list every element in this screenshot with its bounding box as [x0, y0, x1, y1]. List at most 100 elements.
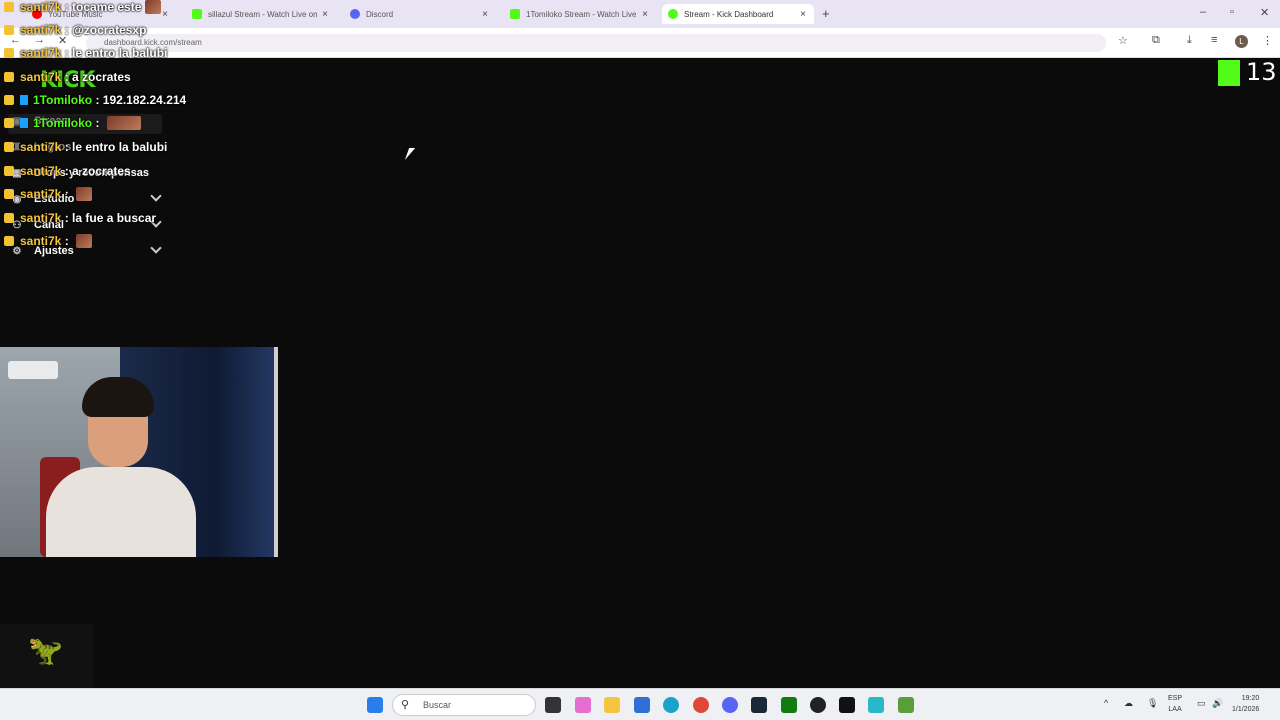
chat-message: santi7k : le entro la balubi	[4, 140, 167, 154]
tab-sillazul[interactable]: sillazul Stream - Watch Live on ×	[186, 4, 336, 24]
chat-text: la fue a buscar	[72, 211, 157, 225]
chat-username[interactable]: santi7k	[20, 70, 61, 84]
chrome-icon[interactable]	[693, 697, 709, 713]
dino-icon: 🦖	[28, 635, 63, 666]
chevron-down-icon	[150, 242, 162, 254]
kick-icon	[510, 9, 520, 19]
copilot-icon[interactable]	[575, 697, 591, 713]
microphone-icon[interactable]: 🎙	[1147, 698, 1158, 709]
task-view-icon[interactable]	[545, 697, 561, 713]
chat-message: santi7k :	[4, 234, 93, 248]
webcam-person-shirt	[46, 467, 196, 557]
store-icon[interactable]	[634, 697, 650, 713]
maximize-icon[interactable]: ▫	[1230, 6, 1234, 18]
chevron-down-icon	[150, 190, 162, 202]
chat-message: santi7k : @zocratesxp	[4, 23, 146, 37]
webcam-air-conditioner	[8, 361, 58, 379]
window-close-icon[interactable]: ✕	[1260, 6, 1269, 19]
close-icon[interactable]: ×	[322, 9, 328, 20]
chat-message: santi7k : a zocrates	[4, 164, 131, 178]
close-icon[interactable]: ×	[482, 9, 488, 20]
extensions-icon[interactable]: ⧉	[1152, 34, 1160, 47]
chevron-up-icon[interactable]: ^	[1104, 698, 1108, 708]
kick-icon	[1218, 60, 1240, 86]
search-icon: ⚲	[401, 699, 410, 711]
chat-username[interactable]: 1Tomiloko	[33, 93, 92, 107]
browser-tabstrip: YouTube Music × sillazul Stream - Watch …	[0, 0, 1280, 28]
chat-username[interactable]: santi7k	[20, 234, 61, 248]
chat-message: santi7k :	[4, 187, 93, 201]
chat-message: 1Tomiloko :	[4, 116, 141, 130]
new-tab-button[interactable]: +	[822, 6, 830, 21]
taskbar-search-input[interactable]: ⚲ Buscar	[392, 694, 536, 716]
channel-brand-logo: 13	[1218, 58, 1277, 88]
clock-date: 1/1/2026	[1232, 706, 1260, 713]
chat-username[interactable]: santi7k	[20, 46, 61, 60]
clock-time: 19:20	[1241, 695, 1260, 702]
minecraft-icon[interactable]	[898, 697, 914, 713]
webcam-person-hair	[82, 377, 154, 417]
moderator-badge-icon	[20, 118, 28, 128]
chat-username[interactable]: santi7k	[20, 187, 61, 201]
subscriber-badge-icon	[4, 236, 14, 246]
tab-kick-dashboard[interactable]: Stream - Kick Dashboard ×	[662, 4, 814, 24]
tab-label: Discord	[366, 9, 394, 19]
close-icon[interactable]: ×	[800, 9, 806, 20]
emote-icon	[76, 234, 93, 248]
menu-icon[interactable]: ⋮	[1262, 34, 1273, 47]
file-explorer-icon[interactable]	[604, 697, 620, 713]
minimize-icon[interactable]: –	[1200, 6, 1206, 18]
chat-username[interactable]: santi7k	[20, 211, 61, 225]
tab-discord[interactable]: Discord ×	[344, 4, 496, 24]
start-icon[interactable]	[367, 697, 383, 713]
cloud-icon[interactable]: ☁	[1124, 698, 1133, 709]
chat-text: @zocratesxp	[72, 23, 147, 37]
taskbar-clock[interactable]: 19:20 1/1/2026	[1232, 693, 1259, 715]
subscriber-badge-icon	[4, 2, 14, 12]
close-icon[interactable]: ×	[162, 9, 168, 20]
discord-icon[interactable]	[722, 697, 738, 713]
capcut-icon[interactable]	[839, 697, 855, 713]
edge-icon[interactable]	[663, 697, 679, 713]
kick-icon	[192, 9, 202, 19]
tab-label: sillazul Stream - Watch Live on	[208, 9, 318, 19]
language-sub: LAA	[1168, 706, 1182, 713]
subscriber-badge-icon	[4, 142, 14, 152]
chat-text: le entro la balubi	[72, 46, 168, 60]
subscriber-badge-icon	[4, 48, 14, 58]
chat-text: tocame este	[72, 0, 142, 14]
webcam-edge	[274, 347, 278, 557]
language-indicator[interactable]: ESP LAA	[1168, 693, 1182, 715]
brand-number: 13	[1246, 58, 1277, 86]
vpn-icon[interactable]	[868, 697, 884, 713]
subscriber-badge-icon	[4, 25, 14, 35]
chat-username[interactable]: santi7k	[20, 23, 61, 37]
subscriber-badge-icon	[4, 166, 14, 176]
chat-username[interactable]: santi7k	[20, 164, 61, 178]
close-icon[interactable]: ×	[642, 9, 648, 20]
dino-widget: 🦖	[0, 624, 94, 688]
language-code: ESP	[1168, 695, 1183, 702]
discord-icon	[350, 9, 360, 19]
emote-icon	[106, 116, 141, 130]
chat-username[interactable]: santi7k	[20, 140, 61, 154]
xbox-icon[interactable]	[781, 697, 797, 713]
chat-text: a zocrates	[72, 164, 131, 178]
avatar[interactable]: L	[1235, 35, 1248, 48]
volume-icon[interactable]: 🔊	[1212, 698, 1223, 709]
chat-username[interactable]: santi7k	[20, 0, 61, 14]
chat-message: 1Tomiloko : 192.182.24.214	[4, 93, 186, 107]
subscriber-badge-icon	[4, 72, 14, 82]
bookmark-star-icon[interactable]: ☆	[1118, 34, 1128, 47]
download-icon[interactable]: ⤓	[1187, 34, 1192, 47]
chat-username[interactable]: 1Tomiloko	[33, 116, 92, 130]
steam-icon[interactable]	[751, 697, 767, 713]
network-icon[interactable]: ▭	[1197, 698, 1206, 709]
kick-dashboard-page: KICK 13 ▣ Stream ♜ Logros ▦ Drops y reco…	[0, 58, 1280, 688]
tab-1tomiloko[interactable]: 1Tomiloko Stream - Watch Live ×	[504, 4, 656, 24]
obs-icon[interactable]	[810, 697, 826, 713]
media-icon[interactable]: ≡	[1211, 34, 1217, 46]
kick-icon	[668, 9, 678, 19]
url-bar[interactable]: dashboard.kick.com/stream	[86, 34, 1106, 52]
subscriber-badge-icon	[4, 118, 14, 128]
